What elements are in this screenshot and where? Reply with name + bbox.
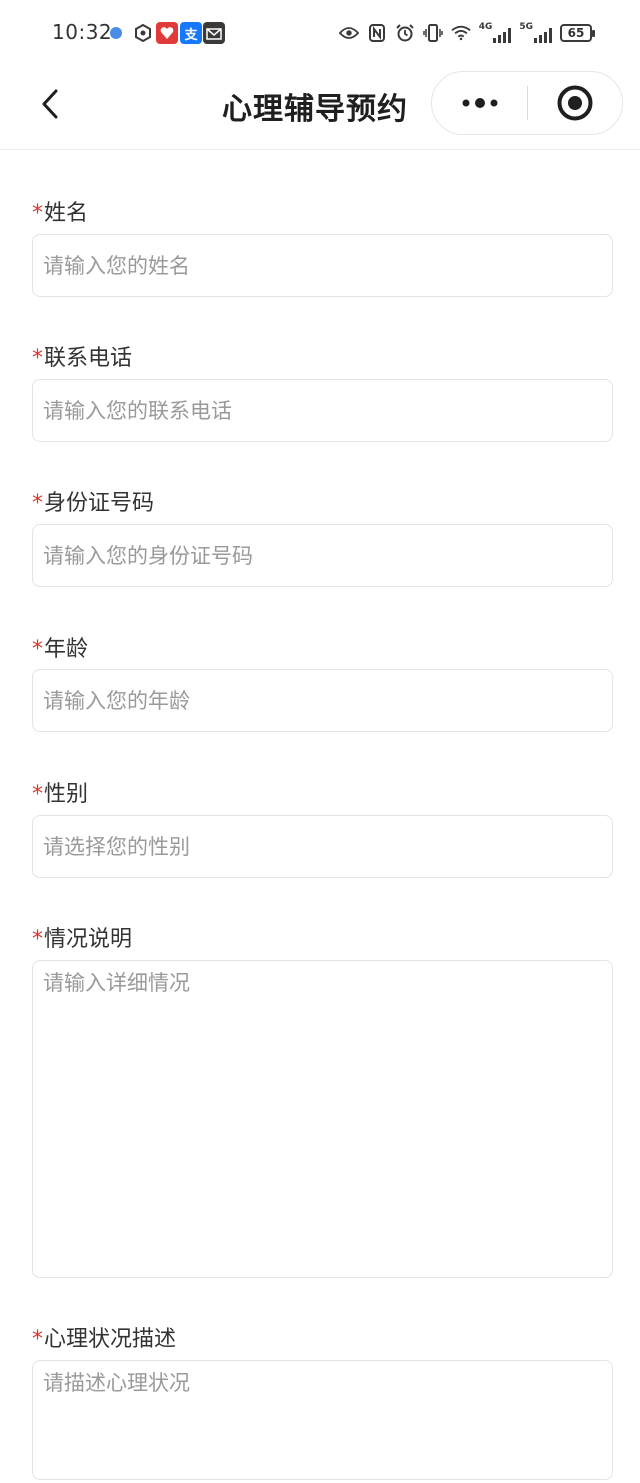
signal-bars-icon — [534, 27, 552, 43]
status-right-group: 4G 5G 65 — [338, 22, 595, 44]
name-label-text: 姓名 — [44, 201, 89, 226]
mental-state-label: *心理状况描述 — [32, 1321, 176, 1353]
app-notification-dot-icon — [110, 27, 122, 39]
more-dots-icon — [462, 98, 497, 108]
back-button[interactable] — [30, 84, 70, 124]
id-number-label-text: 身份证号码 — [44, 491, 155, 516]
mail-icon — [203, 22, 225, 44]
alipay-icon: 支 — [180, 22, 202, 44]
id-number-input[interactable] — [33, 525, 612, 586]
phone-label: *联系电话 — [32, 340, 132, 372]
gender-label-text: 性别 — [44, 782, 89, 807]
appointment-form: *姓名 *联系电话 *身份证号码 *年龄 *性别 *情况说明 *心理状况描述 — [0, 151, 640, 1480]
mental-state-label-text: 心理状况描述 — [44, 1327, 177, 1352]
chevron-left-icon — [42, 89, 58, 119]
required-mark: * — [32, 782, 43, 807]
battery-indicator: 65 — [560, 24, 595, 42]
more-button[interactable] — [432, 71, 527, 135]
hexagon-app-icon — [132, 22, 154, 44]
network-5g-label: 5G — [519, 22, 533, 32]
id-number-label: *身份证号码 — [32, 485, 154, 517]
age-field[interactable] — [32, 669, 613, 732]
mental-state-field[interactable] — [32, 1360, 613, 1480]
required-mark: * — [32, 927, 43, 952]
status-bar: 10:32 支 4G 5G 65 — [0, 0, 640, 66]
mental-state-textarea[interactable] — [33, 1361, 612, 1479]
age-label: *年龄 — [32, 631, 88, 663]
alarm-icon — [395, 23, 415, 43]
required-mark: * — [32, 201, 43, 226]
network-4g-label: 4G — [478, 22, 493, 32]
name-input[interactable] — [33, 235, 612, 296]
situation-label: *情况说明 — [32, 921, 132, 953]
signal-bars-icon — [493, 27, 512, 43]
required-mark: * — [32, 637, 43, 662]
mini-program-capsule — [431, 71, 623, 135]
target-close-icon — [557, 85, 593, 121]
red-app-icon — [156, 22, 178, 44]
age-label-text: 年龄 — [44, 637, 89, 662]
close-mini-program-button[interactable] — [528, 71, 622, 135]
nfc-icon — [367, 23, 387, 43]
signal-4g-indicator: 4G — [479, 23, 512, 43]
phone-field[interactable] — [32, 379, 613, 442]
name-field[interactable] — [32, 234, 613, 297]
page-title: 心理辅导预约 — [222, 92, 408, 127]
vibrate-icon — [422, 23, 443, 43]
eye-icon — [338, 23, 359, 43]
id-number-field[interactable] — [32, 524, 613, 587]
gender-label: *性别 — [32, 776, 88, 808]
phone-input[interactable] — [33, 380, 612, 441]
gender-picker-input[interactable] — [33, 816, 612, 877]
status-time: 10:32 — [52, 20, 113, 44]
name-label: *姓名 — [32, 195, 88, 227]
phone-label-text: 联系电话 — [44, 346, 133, 371]
age-input[interactable] — [33, 670, 612, 731]
wifi-icon — [451, 23, 471, 43]
situation-field[interactable] — [32, 960, 613, 1278]
required-mark: * — [32, 1327, 43, 1352]
situation-textarea[interactable] — [33, 961, 612, 1277]
situation-label-text: 情况说明 — [44, 927, 133, 952]
required-mark: * — [32, 346, 43, 371]
gender-select[interactable] — [32, 815, 613, 878]
nav-bar: 心理辅导预约 — [0, 66, 640, 150]
signal-5g-indicator: 5G — [519, 23, 552, 43]
required-mark: * — [32, 491, 43, 516]
